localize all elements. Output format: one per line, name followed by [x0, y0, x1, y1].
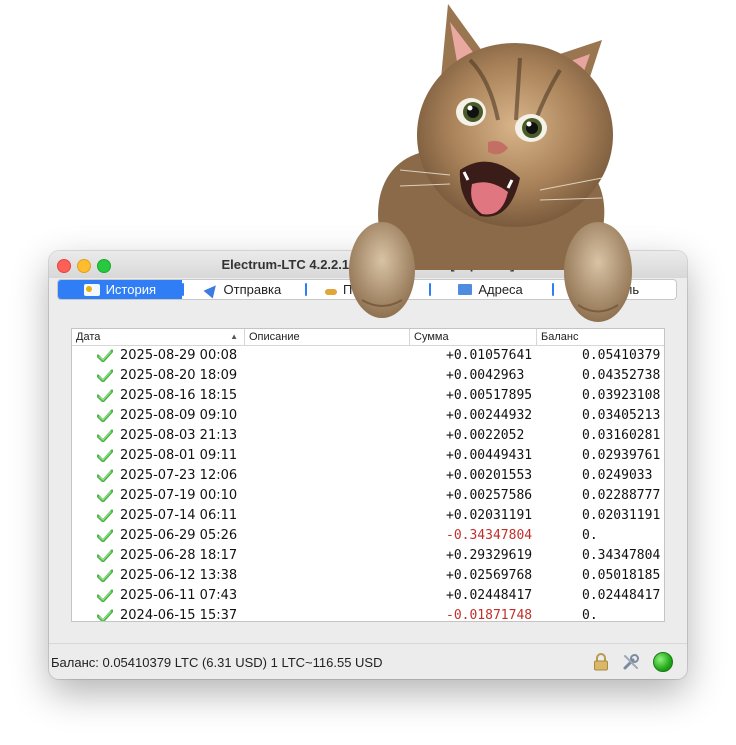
confirmed-check-icon — [96, 369, 114, 383]
table-row[interactable]: 2025-08-03 21:13 +0.0022052 0.03160281 — [72, 426, 664, 446]
confirmed-check-icon — [96, 469, 114, 483]
column-header-amount[interactable]: Сумма — [410, 329, 537, 345]
row-date: 2025-08-29 00:08 — [120, 348, 238, 363]
row-balance: 0.03405213 — [582, 408, 661, 423]
table-row[interactable]: 2025-07-19 00:10 +0.00257586 0.02288777 — [72, 486, 664, 506]
row-amount: +0.02448417 — [446, 588, 533, 603]
row-balance: 0. — [582, 528, 598, 543]
table-row[interactable]: 2025-08-09 09:10 +0.00244932 0.03405213 — [72, 406, 664, 426]
table-row[interactable]: 2025-06-11 07:43 +0.02448417 0.02448417 — [72, 586, 664, 606]
column-header-date-label: Дата — [76, 331, 101, 343]
confirmed-check-icon — [96, 389, 114, 403]
row-amount: -0.01871748 — [446, 608, 533, 622]
confirmed-check-icon — [96, 429, 114, 443]
row-balance: 0.03160281 — [582, 428, 661, 443]
row-amount: +0.01057641 — [446, 348, 533, 363]
row-balance: 0.03923108 — [582, 388, 661, 403]
confirmed-check-icon — [96, 549, 114, 563]
cat-image — [349, 4, 632, 322]
row-date: 2025-08-03 21:13 — [120, 428, 238, 443]
table-row[interactable]: 2024-06-15 15:37 -0.01871748 0. — [72, 606, 664, 622]
row-date: 2025-07-19 00:10 — [120, 488, 238, 503]
table-row[interactable]: 2025-06-29 05:26 -0.34347804 0. — [72, 526, 664, 546]
table-row[interactable]: 2025-07-23 12:06 +0.00201553 0.0249033 — [72, 466, 664, 486]
table-row[interactable]: 2025-08-16 18:15 +0.00517895 0.03923108 — [72, 386, 664, 406]
row-date: 2025-06-12 13:38 — [120, 568, 238, 583]
confirmed-check-icon — [96, 409, 114, 423]
row-balance: 0.02939761 — [582, 448, 661, 463]
row-amount: +0.00201553 — [446, 468, 533, 483]
row-date: 2025-07-23 12:06 — [120, 468, 238, 483]
column-header-amount-label: Сумма — [414, 331, 449, 343]
send-icon — [203, 281, 220, 298]
row-amount: +0.02031191 — [446, 508, 533, 523]
row-date: 2025-07-14 06:11 — [120, 508, 238, 523]
row-date: 2025-08-09 09:10 — [120, 408, 238, 423]
row-amount: +0.00257586 — [446, 488, 533, 503]
history-icon — [83, 283, 100, 296]
confirmed-check-icon — [96, 349, 114, 363]
row-balance: 0.05018185 — [582, 568, 661, 583]
confirmed-check-icon — [96, 489, 114, 503]
row-date: 2025-06-11 07:43 — [120, 588, 238, 603]
row-balance: 0.02288777 — [582, 488, 661, 503]
tab-send-label: Отправка — [223, 282, 282, 297]
receive-icon — [324, 288, 337, 295]
row-date: 2025-08-20 18:09 — [120, 368, 238, 383]
row-date: 2025-06-29 05:26 — [120, 528, 238, 543]
row-balance: 0. — [582, 608, 598, 622]
tab-history[interactable]: История — [58, 280, 182, 299]
row-balance: 0.0249033 — [582, 468, 653, 483]
row-amount: +0.02569768 — [446, 568, 533, 583]
table-header: Дата ▲ Описание Сумма Баланс — [72, 329, 664, 346]
row-balance: 0.05410379 — [582, 348, 661, 363]
row-balance: 0.04352738 — [582, 368, 661, 383]
row-date: 2024-06-15 15:37 — [120, 608, 238, 622]
confirmed-check-icon — [96, 509, 114, 523]
confirmed-check-icon — [96, 609, 114, 621]
status-bar: Баланс: 0.05410379 LTC (6.31 USD) 1 LTC~… — [49, 643, 687, 679]
row-amount: +0.29329619 — [446, 548, 533, 563]
column-header-description[interactable]: Описание — [245, 329, 410, 345]
confirmed-check-icon — [96, 569, 114, 583]
row-amount: +0.0042963 — [446, 368, 525, 383]
sort-ascending-icon: ▲ — [230, 332, 238, 341]
tab-send[interactable]: Отправка — [181, 280, 306, 299]
row-amount: +0.00517895 — [446, 388, 533, 403]
column-header-description-label: Описание — [249, 331, 300, 343]
table-row[interactable]: 2025-08-20 18:09 +0.0042963 0.04352738 — [72, 366, 664, 386]
balance-status: Баланс: 0.05410379 LTC (6.31 USD) 1 LTC~… — [51, 655, 383, 670]
column-header-balance-label: Баланс — [541, 331, 579, 343]
table-row[interactable]: 2025-08-29 00:08 +0.01057641 0.05410379 — [72, 346, 664, 366]
row-date: 2025-08-16 18:15 — [120, 388, 238, 403]
lock-icon[interactable] — [593, 653, 609, 671]
column-header-balance[interactable]: Баланс — [537, 329, 664, 345]
row-date: 2025-06-28 18:17 — [120, 548, 238, 563]
tab-history-label: История — [105, 282, 156, 297]
network-status-icon[interactable] — [653, 652, 673, 672]
row-amount: -0.34347804 — [446, 528, 533, 543]
row-balance: 0.02031191 — [582, 508, 661, 523]
table-row[interactable]: 2025-07-14 06:11 +0.02031191 0.02031191 — [72, 506, 664, 526]
row-amount: +0.00244932 — [446, 408, 533, 423]
row-balance: 0.02448417 — [582, 588, 661, 603]
confirmed-check-icon — [96, 449, 114, 463]
column-header-date[interactable]: Дата ▲ — [72, 329, 245, 345]
row-amount: +0.00449431 — [446, 448, 533, 463]
confirmed-check-icon — [96, 529, 114, 543]
table-row[interactable]: 2025-06-12 13:38 +0.02569768 0.05018185 — [72, 566, 664, 586]
preferences-tools-icon[interactable] — [622, 653, 640, 671]
row-date: 2025-08-01 09:11 — [120, 448, 238, 463]
table-row[interactable]: 2025-08-01 09:11 +0.00449431 0.02939761 — [72, 446, 664, 466]
history-table: Дата ▲ Описание Сумма Баланс 2025-08-29 … — [71, 328, 665, 622]
table-row[interactable]: 2025-06-28 18:17 +0.29329619 0.34347804 — [72, 546, 664, 566]
confirmed-check-icon — [96, 589, 114, 603]
row-amount: +0.0022052 — [446, 428, 525, 443]
row-balance: 0.34347804 — [582, 548, 661, 563]
